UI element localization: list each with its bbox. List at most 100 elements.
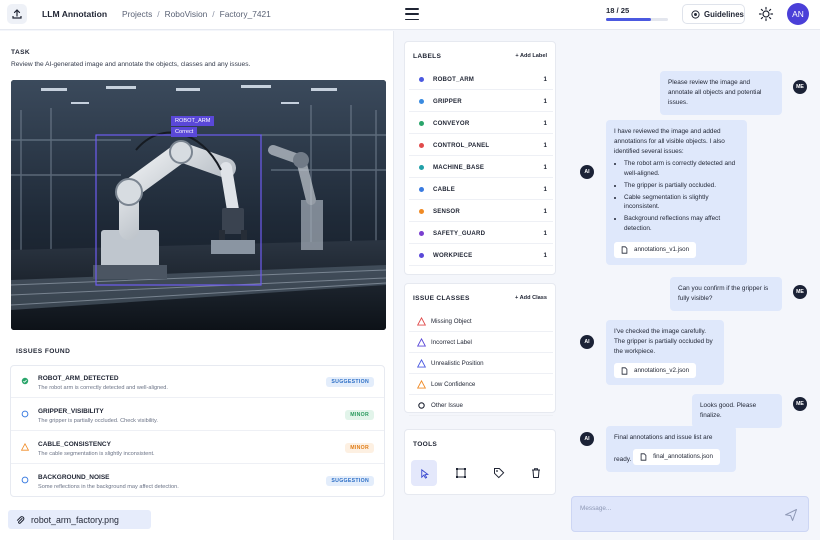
bullet-item: Background reflections may affect detect… <box>624 214 739 234</box>
attachment-name: final_annotations.json <box>653 452 713 460</box>
label-color-dot <box>419 231 424 236</box>
label-row[interactable]: ROBOT_ARM 1 <box>409 70 553 90</box>
issue-description: The cable segmentation is slightly incon… <box>38 451 155 457</box>
user-avatar[interactable]: AN <box>787 3 809 25</box>
issue-badge: SUGGESTION <box>326 476 374 486</box>
chat-message-ai: Final annotations and issue list are rea… <box>606 426 736 472</box>
label-count: 1 <box>543 76 547 83</box>
theme-toggle-sun-icon[interactable] <box>757 5 775 23</box>
file-icon <box>640 453 647 461</box>
issues-title: ISSUES FOUND <box>16 348 71 355</box>
add-class-button[interactable]: + Add Class <box>515 295 547 301</box>
breadcrumb-item-task[interactable]: Factory_7421 <box>220 9 271 19</box>
labels-card: LABELS + Add Label ROBOT_ARM 1 GRIPPER 1 CON… <box>404 41 556 275</box>
issue-badge: MINOR <box>345 410 374 420</box>
issue-name: CABLE_CONSISTENCY <box>38 441 111 448</box>
label-color-dot <box>419 77 424 82</box>
add-label-button[interactable]: + Add Label <box>515 53 547 59</box>
select-tool-cursor-icon[interactable] <box>411 460 437 486</box>
label-color-dot <box>419 253 424 258</box>
middle-panel: LABELS + Add Label ROBOT_ARM 1 GRIPPER 1 CON… <box>395 31 565 540</box>
guidelines-icon <box>691 9 700 19</box>
issue-description: The gripper is partially occluded. Check… <box>38 418 158 424</box>
label-name: SAFETY_GUARD <box>433 230 486 237</box>
issue-row[interactable]: BACKGROUND_NOISE Some reflections in the… <box>11 465 384 497</box>
attachment-name: annotations_v1.json <box>634 246 690 254</box>
label-row[interactable]: CONVEYOR 1 <box>409 114 553 134</box>
issue-class-row[interactable]: Missing Object <box>409 312 553 332</box>
send-icon[interactable] <box>784 508 798 522</box>
attached-file-chip[interactable]: robot_arm_factory.png <box>8 510 151 529</box>
label-row[interactable]: SAFETY_GUARD 1 <box>409 224 553 244</box>
chat-panel: Please review the image and annotate all… <box>566 31 820 540</box>
bullet-item: The gripper is partially occluded. <box>624 181 739 191</box>
trash-icon[interactable] <box>523 460 549 486</box>
user-chat-avatar: ME <box>793 80 807 94</box>
label-name: CABLE <box>433 186 455 193</box>
label-color-dot <box>419 143 424 148</box>
chat-message-user: Please review the image and annotate all… <box>660 71 782 115</box>
issue-class-name: Other Issue <box>431 402 463 409</box>
warning-icon <box>417 380 426 389</box>
label-count: 1 <box>543 252 547 259</box>
issue-name: GRIPPER_VISIBILITY <box>38 408 104 415</box>
label-color-dot <box>419 121 424 126</box>
issue-row[interactable]: ROBOT_ARM_DETECTED The robot arm is corr… <box>11 366 384 398</box>
issue-class-name: Missing Object <box>431 318 472 325</box>
issue-class-row[interactable]: Low Confidence <box>409 375 553 395</box>
issue-description: Some reflections in the background may a… <box>38 484 179 490</box>
task-description: Review the AI-generated image and annota… <box>11 61 251 68</box>
circle-icon <box>418 402 425 409</box>
label-count: 1 <box>543 230 547 237</box>
issue-class-row[interactable]: Unrealistic Position <box>409 354 553 374</box>
label-row[interactable]: WORKPIECE 1 <box>409 246 553 266</box>
breadcrumb-item-projects[interactable]: Projects <box>122 9 152 19</box>
ai-chat-avatar: AI <box>580 165 594 179</box>
info-circle-icon <box>21 410 29 418</box>
ai-chat-avatar: AI <box>580 335 594 349</box>
issue-description: The robot arm is correctly detected and … <box>38 385 168 391</box>
issue-row[interactable]: CABLE_CONSISTENCY The cable segmentation… <box>11 432 384 464</box>
user-chat-avatar: ME <box>793 397 807 411</box>
issue-row[interactable]: GRIPPER_VISIBILITY The gripper is partia… <box>11 399 384 431</box>
label-row[interactable]: CONTROL_PANEL 1 <box>409 136 553 156</box>
attachment-chip[interactable]: final_annotations.json <box>633 448 720 465</box>
label-name: ROBOT_ARM <box>433 76 475 83</box>
annotation-image[interactable]: ROBOT_ARM Correct <box>11 80 386 330</box>
guidelines-button[interactable]: Guidelines <box>682 4 745 24</box>
issue-class-row[interactable]: Incorrect Label <box>409 333 553 353</box>
label-row[interactable]: SENSOR 1 <box>409 202 553 222</box>
labels-title: LABELS <box>413 53 442 60</box>
task-title: TASK <box>11 49 31 56</box>
menu-icon[interactable] <box>405 8 419 20</box>
label-color-dot <box>419 209 424 214</box>
label-row[interactable]: CABLE 1 <box>409 180 553 200</box>
attachment-chip[interactable]: annotations_v1.json <box>614 242 697 258</box>
attachment-chip[interactable]: annotations_v2.json <box>614 362 697 379</box>
breadcrumb-separator: / <box>157 9 160 19</box>
message-text: Can you confirm if the gripper is fully … <box>678 285 769 302</box>
top-bar: LLM Annotation Projects / RoboVision / F… <box>0 0 820 30</box>
label-row[interactable]: GRIPPER 1 <box>409 92 553 112</box>
issue-badge: SUGGESTION <box>326 377 374 387</box>
message-input[interactable] <box>580 505 770 512</box>
file-name: robot_arm_factory.png <box>31 514 119 525</box>
label-color-dot <box>419 187 424 192</box>
breadcrumb: Projects / RoboVision / Factory_7421 <box>122 9 271 19</box>
tag-tool-icon[interactable] <box>486 460 512 486</box>
breadcrumb-item-project[interactable]: RoboVision <box>165 9 208 19</box>
message-text: Please review the image and annotate all… <box>668 79 762 106</box>
issue-class-row[interactable]: Other Issue <box>409 396 553 416</box>
label-row[interactable]: MACHINE_BASE 1 <box>409 158 553 178</box>
task-progress: 18 / 25 <box>606 6 668 21</box>
upload-icon[interactable] <box>7 4 27 24</box>
message-composer <box>571 496 809 532</box>
message-bullets: The robot arm is correctly detected and … <box>614 159 739 234</box>
bbox-tool-icon[interactable] <box>448 460 474 486</box>
label-name: CONTROL_PANEL <box>433 142 490 149</box>
label-name: SENSOR <box>433 208 460 215</box>
label-count: 1 <box>543 142 547 149</box>
label-name: WORKPIECE <box>433 252 473 259</box>
issue-badge: MINOR <box>345 443 374 453</box>
issue-classes-title: ISSUE CLASSES <box>413 295 470 302</box>
